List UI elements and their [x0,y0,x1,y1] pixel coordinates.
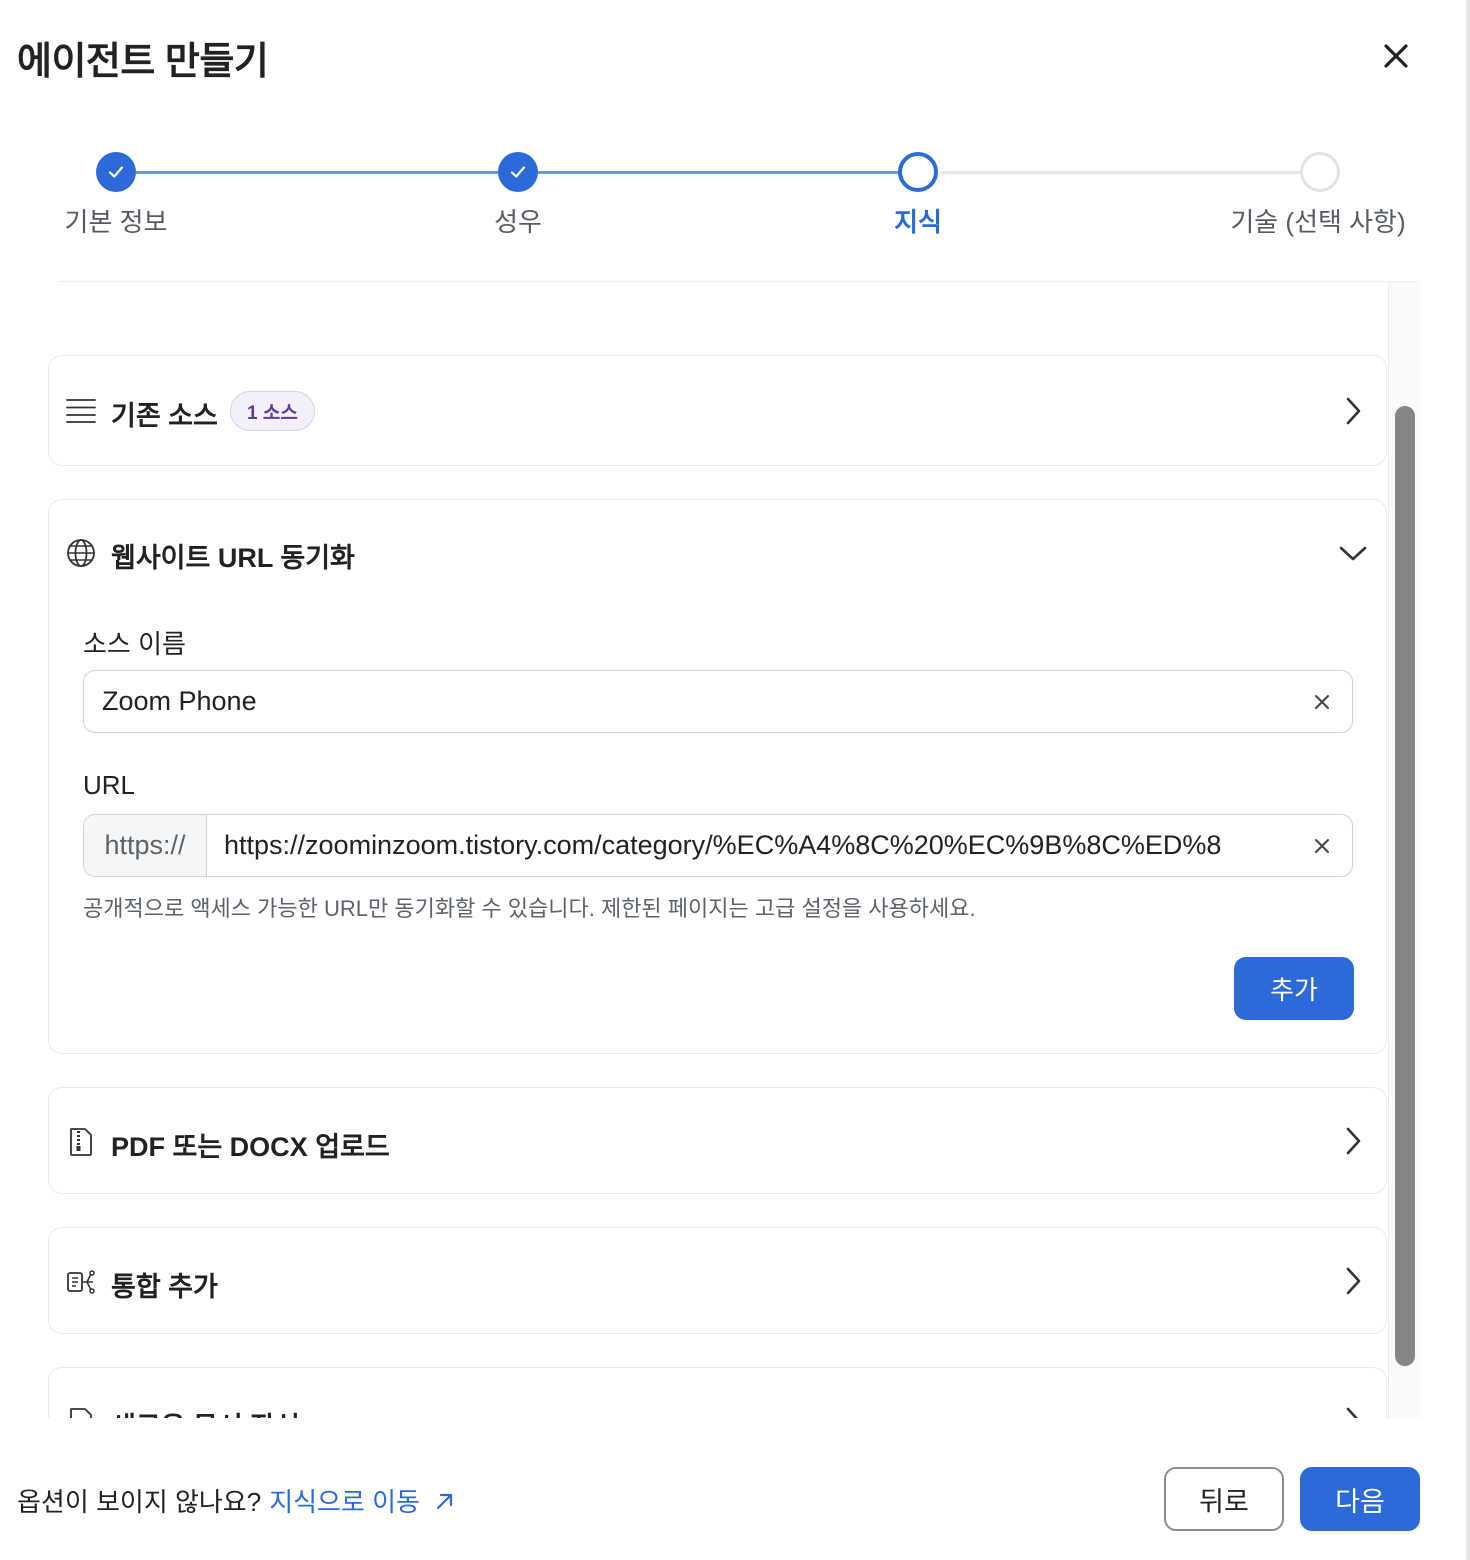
integration-icon [65,1266,97,1298]
check-icon [510,166,526,178]
step-connector [940,171,1300,174]
scrollbar-thumb[interactable] [1395,406,1415,1366]
add-integration-card[interactable]: 통합 추가 [48,1227,1387,1334]
step-3-label[interactable]: 지식 [894,202,942,239]
external-link-icon [436,1493,453,1509]
website-url-sync-card: 웹사이트 URL 동기화 소스 이름 Zoom Phone URL https:… [48,499,1387,1054]
upload-document-title: PDF 또는 DOCX 업로드 [111,1132,390,1162]
step-1-label[interactable]: 기본 정보 [65,202,168,239]
file-zip-icon [65,1126,97,1158]
url-value: https://zoominzoom.tistory.com/category/… [224,830,1222,860]
step-2-indicator[interactable] [498,152,538,192]
footer-help: 옵션이 보이지 않나요? 지식으로 이동 [17,1482,458,1519]
url-label: URL [83,770,136,800]
url-hint: 공개적으로 액세스 가능한 URL만 동기화할 수 있습니다. 제한된 페이지는… [83,896,976,921]
add-url-button[interactable]: 추가 [1234,957,1354,1020]
source-count-badge: 1 소스 [230,391,315,431]
close-icon [1315,694,1329,709]
globe-icon [65,537,97,569]
clear-url-button[interactable] [1308,831,1336,860]
step-2-label[interactable]: 성우 [494,202,542,239]
url-prefix: https:// [84,815,207,876]
clear-source-name-button[interactable] [1308,687,1336,716]
close-button[interactable] [1376,36,1416,76]
step-connector [538,171,900,174]
close-icon [1315,838,1329,853]
go-to-knowledge-label: 지식으로 이동 [269,1487,420,1517]
existing-sources-title: 기존 소스 [111,401,218,431]
source-name-input[interactable]: Zoom Phone [83,670,1353,733]
chevron-down-icon[interactable] [1336,536,1370,570]
go-to-knowledge-link[interactable]: 지식으로 이동 [269,1482,458,1519]
knowledge-sources-panel: 기존 소스 1 소스 웹사이트 URL 동기화 소스 이름 Zoom Phone… [0,282,1420,1418]
step-3-indicator[interactable] [898,152,938,192]
chevron-right-icon[interactable] [1336,1264,1370,1298]
chevron-right-icon[interactable] [1336,1404,1370,1418]
page-title: 에이전트 만들기 [17,41,269,83]
step-4-label[interactable]: 기술 (선택 사항) [1230,202,1405,239]
list-icon [65,395,97,427]
add-integration-title: 통합 추가 [111,1272,218,1302]
website-sync-title: 웹사이트 URL 동기화 [111,543,355,573]
upload-document-card[interactable]: PDF 또는 DOCX 업로드 [48,1087,1387,1194]
next-button[interactable]: 다음 [1300,1467,1420,1531]
step-connector [136,171,498,174]
scrollbar-track[interactable] [1388,282,1420,1418]
step-1-indicator[interactable] [96,152,136,192]
existing-sources-card[interactable]: 기존 소스 1 소스 [48,355,1387,466]
new-document-title: 새로운 문서 작성 [111,1405,300,1418]
check-icon [108,166,124,178]
chevron-right-icon[interactable] [1336,1124,1370,1158]
document-icon [65,1406,97,1418]
source-name-label: 소스 이름 [83,629,186,659]
source-name-value: Zoom Phone [102,686,257,716]
footer-question: 옵션이 보이지 않나요? [17,1487,262,1517]
new-document-card[interactable]: 새로운 문서 작성 [48,1367,1387,1418]
back-button[interactable]: 뒤로 [1164,1467,1284,1531]
step-4-indicator[interactable] [1300,152,1340,192]
url-input[interactable]: https:// https://zoominzoom.tistory.com/… [83,814,1353,877]
stepper: 기본 정보 성우 지식 기술 (선택 사항) [0,150,1470,250]
chevron-right-icon[interactable] [1336,394,1370,428]
close-icon [1384,44,1408,68]
